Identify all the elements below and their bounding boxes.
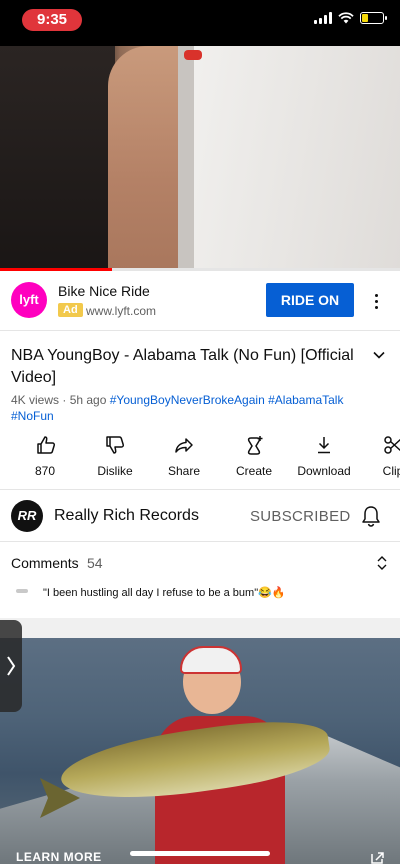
status-time: 9:35 (22, 9, 82, 31)
ad-banner[interactable]: lyft Bike Nice Ride Ad www.lyft.com RIDE… (0, 271, 400, 331)
ride-on-button[interactable]: RIDE ON (266, 283, 354, 317)
expand-comments-icon[interactable] (376, 555, 388, 571)
scissors-icon (384, 436, 400, 454)
channel-avatar[interactable]: RR (11, 500, 43, 532)
hashtag[interactable]: #AlabamaTalk (268, 393, 343, 407)
share-icon (175, 438, 193, 453)
chevron-right-icon (7, 656, 16, 676)
top-comment[interactable]: "I been hustling all day I refuse to be … (43, 586, 286, 599)
meta-separator: · (59, 393, 70, 407)
thumbs-up-icon (37, 436, 56, 454)
learn-more-link[interactable]: LEARN MORE (16, 850, 102, 864)
clip-button[interactable]: Clip (358, 432, 400, 478)
commenter-avatar (16, 589, 28, 593)
ad-url: www.lyft.com (86, 304, 157, 318)
like-count: 870 (35, 464, 56, 478)
ad-badge: Ad (58, 303, 83, 317)
dislike-label: Dislike (97, 464, 133, 478)
video-meta: 4K views · 5h ago #YoungBoyNeverBrokeAga… (11, 392, 381, 424)
divider (0, 541, 400, 542)
share-button[interactable]: Share (149, 432, 219, 478)
wifi-icon (338, 12, 354, 24)
ad-title: Bike Nice Ride (58, 283, 150, 299)
status-bar: 9:35 (0, 0, 400, 46)
create-button[interactable]: Create (219, 432, 289, 478)
video-player[interactable] (0, 46, 400, 270)
share-label: Share (167, 464, 201, 478)
external-link-icon[interactable] (370, 852, 384, 864)
channel-name[interactable]: Really Rich Records (54, 507, 199, 525)
download-button[interactable]: Download (289, 432, 359, 478)
hashtag[interactable]: #YoungBoyNeverBrokeAgain (110, 393, 265, 407)
download-label: Download (297, 464, 351, 478)
status-icons (314, 12, 387, 24)
comments-heading[interactable]: Comments (11, 555, 79, 571)
thumbs-down-icon (106, 436, 125, 454)
download-icon (318, 437, 330, 454)
comments-count: 54 (87, 555, 103, 571)
clip-label: Clip (382, 464, 400, 478)
subscribed-button[interactable]: SUBSCRIBED (250, 508, 351, 525)
home-indicator[interactable] (130, 851, 270, 856)
create-icon (247, 436, 263, 455)
action-bar: 870 Dislike Share Create Download Clip (0, 432, 400, 484)
more-options-icon[interactable] (368, 287, 384, 315)
promo-image[interactable] (0, 638, 400, 864)
dislike-button[interactable]: Dislike (80, 432, 150, 478)
create-label: Create (235, 464, 273, 478)
like-button[interactable]: 870 (11, 432, 81, 478)
section-separator (0, 618, 400, 638)
lyft-logo: lyft (11, 282, 47, 318)
cellular-signal-icon (314, 12, 332, 24)
view-count: 4K views (11, 393, 60, 407)
side-expand-tab[interactable] (0, 620, 22, 712)
divider (0, 489, 400, 490)
bell-icon[interactable] (360, 504, 382, 528)
chevron-down-icon[interactable] (372, 348, 386, 362)
battery-icon (360, 12, 387, 24)
video-title[interactable]: NBA YoungBoy - Alabama Talk (No Fun) [Of… (11, 345, 361, 389)
hashtag[interactable]: #NoFun (11, 409, 54, 423)
upload-age: 5h ago (69, 393, 107, 407)
